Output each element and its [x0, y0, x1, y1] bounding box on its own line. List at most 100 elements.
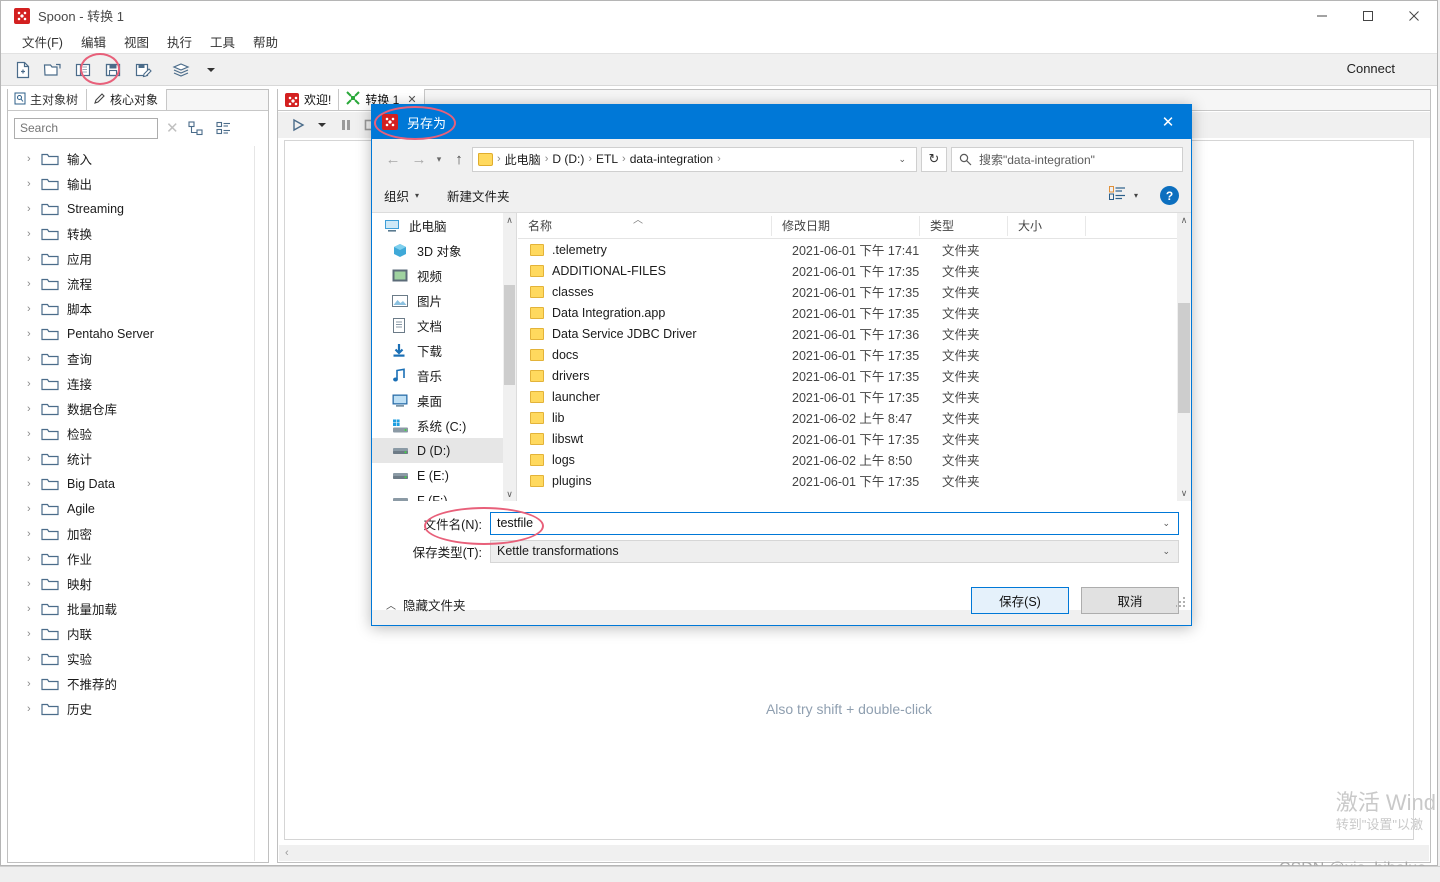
- hide-folders-toggle[interactable]: ︿ 隐藏文件夹: [386, 595, 466, 614]
- chevron-right-icon[interactable]: ›: [27, 378, 41, 390]
- play-icon[interactable]: [286, 114, 310, 136]
- menu-run[interactable]: 执行: [158, 30, 201, 53]
- navigation-pane[interactable]: 此电脑 3D 对象 视频 图片 文档 下载 音乐 桌面 系统 (C:) D (D:) E (E:) F…: [372, 213, 515, 501]
- view-options[interactable]: ▾: [1108, 185, 1138, 206]
- tree-item[interactable]: › 流程: [9, 271, 255, 296]
- chevron-right-icon[interactable]: ›: [27, 653, 41, 665]
- scroll-up-icon[interactable]: ∧: [1177, 213, 1191, 228]
- chevron-right-icon[interactable]: ›: [27, 453, 41, 465]
- chevron-down-icon[interactable]: ⌄: [1154, 518, 1178, 529]
- table-row[interactable]: drivers 2021-06-01 下午 17:35 文件夹: [518, 365, 1177, 386]
- layers-icon[interactable]: [168, 57, 194, 83]
- search-input[interactable]: [14, 117, 158, 139]
- navpane-item[interactable]: 图片: [372, 288, 515, 313]
- help-icon[interactable]: ?: [1160, 186, 1179, 205]
- tree-item[interactable]: › 应用: [9, 246, 255, 271]
- cancel-button[interactable]: 取消: [1081, 587, 1179, 614]
- chevron-right-icon[interactable]: ›: [27, 503, 41, 515]
- chevron-right-icon[interactable]: ›: [27, 578, 41, 590]
- pane-splitter[interactable]: [516, 213, 517, 501]
- navpane-item[interactable]: 系统 (C:): [372, 413, 515, 438]
- chevron-down-icon[interactable]: ▾: [1134, 191, 1138, 200]
- tree-item[interactable]: › 脚本: [9, 296, 255, 321]
- resize-grip[interactable]: [1176, 596, 1188, 608]
- table-row[interactable]: ADDITIONAL-FILES 2021-06-01 下午 17:35 文件夹: [518, 260, 1177, 281]
- tab-core-objects[interactable]: 核心对象: [87, 89, 168, 110]
- new-folder-button[interactable]: 新建文件夹: [447, 186, 510, 205]
- navpane-item[interactable]: 音乐: [372, 363, 515, 388]
- filename-input[interactable]: testfile ⌄: [490, 511, 1179, 535]
- chevron-right-icon[interactable]: ›: [27, 628, 41, 640]
- tab-main-object-tree[interactable]: 主对象树: [8, 89, 88, 110]
- table-row[interactable]: plugins 2021-06-01 下午 17:35 文件夹: [518, 470, 1177, 491]
- breadcrumb-this-pc[interactable]: 此电脑: [502, 151, 544, 168]
- arrow-up-icon[interactable]: ↑: [446, 146, 472, 172]
- scroll-left-icon[interactable]: ‹: [285, 847, 289, 859]
- column-header-name[interactable]: 名称 ︿: [518, 215, 772, 236]
- navpane-item[interactable]: 文档: [372, 313, 515, 338]
- column-header-date[interactable]: 修改日期: [772, 215, 920, 236]
- chevron-down-icon[interactable]: ⌄: [890, 154, 914, 165]
- explore-icon[interactable]: [70, 57, 96, 83]
- file-list-rows[interactable]: .telemetry 2021-06-01 下午 17:41 文件夹 ADDITION…: [518, 239, 1177, 501]
- tree-item[interactable]: › Streaming: [9, 196, 255, 221]
- chevron-right-icon[interactable]: ›: [27, 278, 41, 290]
- scroll-thumb[interactable]: [504, 285, 515, 385]
- tree-item[interactable]: › 转换: [9, 221, 255, 246]
- core-objects-tree[interactable]: › 输入 › 输出 › Streaming › 转换 › 应用 › 流程 › 脚本 › Pentaho Ser…: [9, 146, 255, 854]
- arrow-right-icon[interactable]: →: [406, 146, 432, 172]
- tab-welcome[interactable]: 欢迎!: [278, 89, 340, 110]
- canvas-vertical-scrollbar[interactable]: [1415, 140, 1429, 840]
- table-row[interactable]: libswt 2021-06-01 下午 17:35 文件夹: [518, 428, 1177, 449]
- chevron-right-icon[interactable]: ›: [27, 178, 41, 190]
- filetype-select[interactable]: Kettle transformations ⌄: [490, 539, 1179, 563]
- table-row[interactable]: classes 2021-06-01 下午 17:35 文件夹: [518, 281, 1177, 302]
- refresh-icon[interactable]: ↻: [921, 146, 947, 172]
- navpane-item[interactable]: 视频: [372, 263, 515, 288]
- tree-item[interactable]: › 内联: [9, 621, 255, 646]
- tree-item[interactable]: › 检验: [9, 421, 255, 446]
- left-panel-scrollbar[interactable]: [254, 146, 267, 861]
- scroll-up-icon[interactable]: ∧: [503, 213, 516, 227]
- breadcrumb-drive-d[interactable]: D (D:): [549, 152, 587, 166]
- tree-item[interactable]: › 数据仓库: [9, 396, 255, 421]
- chevron-right-icon[interactable]: ›: [27, 703, 41, 715]
- menu-help[interactable]: 帮助: [244, 30, 287, 53]
- menu-file[interactable]: 文件(F): [13, 30, 72, 53]
- chevron-down-icon[interactable]: ⌄: [1154, 546, 1178, 557]
- search-input[interactable]: 搜索"data-integration": [951, 146, 1183, 172]
- chevron-down-icon[interactable]: [198, 57, 224, 83]
- chevron-right-icon[interactable]: ›: [27, 478, 41, 490]
- navpane-scrollbar[interactable]: ∧ ∨: [503, 213, 516, 501]
- tree-item[interactable]: › 映射: [9, 571, 255, 596]
- menu-tools[interactable]: 工具: [201, 30, 244, 53]
- tree-item[interactable]: › 不推荐的: [9, 671, 255, 696]
- tree-item[interactable]: › 输入: [9, 146, 255, 171]
- file-list-scrollbar[interactable]: ∧ ∨: [1177, 213, 1191, 501]
- save-as-icon[interactable]: [130, 57, 156, 83]
- table-row[interactable]: logs 2021-06-02 上午 8:50 文件夹: [518, 449, 1177, 470]
- tree-item[interactable]: › 输出: [9, 171, 255, 196]
- chevron-right-icon[interactable]: ›: [27, 678, 41, 690]
- minimize-button[interactable]: [1299, 1, 1345, 30]
- close-button[interactable]: [1391, 1, 1437, 30]
- connect-label[interactable]: Connect: [1347, 61, 1395, 76]
- recent-locations-icon[interactable]: ▾: [432, 154, 446, 165]
- tree-item[interactable]: › 查询: [9, 346, 255, 371]
- scroll-down-icon[interactable]: ∨: [503, 487, 516, 501]
- chevron-right-icon[interactable]: ›: [27, 328, 41, 340]
- scroll-thumb[interactable]: [1178, 303, 1190, 413]
- breadcrumb-data-integration[interactable]: data-integration: [627, 152, 716, 166]
- navpane-item[interactable]: E (E:): [372, 463, 515, 488]
- tree-item[interactable]: › 作业: [9, 546, 255, 571]
- navpane-item[interactable]: D (D:): [372, 438, 515, 463]
- navpane-item[interactable]: F (F:): [372, 488, 515, 501]
- navpane-item[interactable]: 桌面: [372, 388, 515, 413]
- column-header-type[interactable]: 类型: [920, 215, 1008, 236]
- close-icon[interactable]: ✕: [166, 119, 179, 137]
- tree-item[interactable]: › 批量加载: [9, 596, 255, 621]
- tree-item[interactable]: › 实验: [9, 646, 255, 671]
- organize-button[interactable]: 组织 ▾: [384, 186, 419, 205]
- table-row[interactable]: lib 2021-06-02 上午 8:47 文件夹: [518, 407, 1177, 428]
- canvas-horizontal-scrollbar[interactable]: ‹: [279, 845, 1429, 861]
